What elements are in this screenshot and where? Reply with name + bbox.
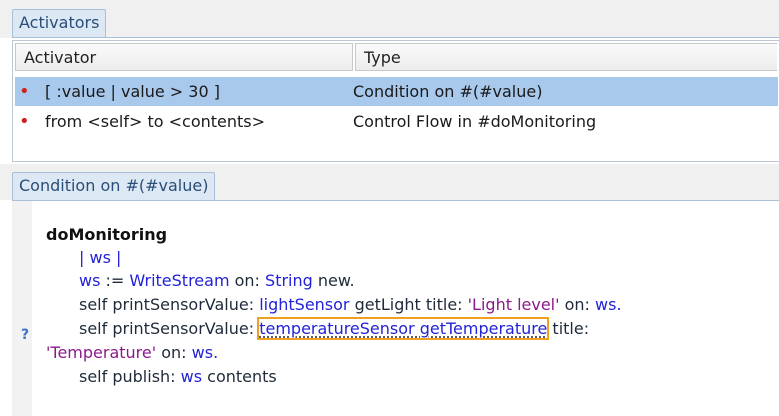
code-line: | ws |: [79, 247, 121, 269]
code-line: self printSensorValue: temperatureSensor…: [79, 317, 590, 340]
code-token: ws: [79, 271, 101, 290]
panel-divider: [12, 37, 779, 38]
code-token: lightSensor: [259, 295, 350, 314]
bullet-icon: •: [19, 111, 30, 132]
code-token: self printSensorValue:: [79, 319, 260, 338]
code-line: ws := WriteStream on: String new.: [79, 270, 355, 292]
code-token: 'Light level': [467, 295, 560, 314]
method-name-text: doMonitoring: [46, 225, 168, 244]
code-token: on:: [156, 343, 192, 362]
method-name: doMonitoring: [46, 224, 167, 246]
code-token: ws: [180, 367, 203, 386]
table-row[interactable]: • [ :value | value > 30 ] Condition on #…: [15, 77, 778, 106]
code-token: contents: [202, 367, 277, 386]
code-token: 'Temperature': [46, 343, 157, 362]
code-token: on:: [559, 295, 596, 314]
code-token: ws.: [191, 343, 219, 362]
highlighted-expression[interactable]: temperatureSensor getTemperature: [257, 317, 550, 340]
tab-condition[interactable]: Condition on #(#value): [12, 172, 216, 200]
code-token: :=: [100, 271, 130, 290]
table-row[interactable]: • from <self> to <contents> Control Flow…: [15, 107, 778, 136]
bullet-icon: •: [19, 81, 30, 102]
code-line: 'Temperature' on: ws.: [46, 342, 218, 364]
activators-table: Activator Type • [ :value | value > 30 ]…: [12, 40, 779, 162]
column-header-activator[interactable]: Activator: [15, 43, 353, 71]
code-token: getLight title:: [349, 295, 468, 314]
column-header-type[interactable]: Type: [355, 43, 777, 71]
code-token: on:: [229, 271, 266, 290]
activators-tab-strip: [0, 0, 779, 38]
activator-cell: from <self> to <contents>: [45, 112, 266, 131]
activator-cell: [ :value | value > 30 ]: [45, 82, 220, 101]
type-cell: Control Flow in #doMonitoring: [353, 112, 597, 131]
temp-declaration: | ws |: [79, 248, 122, 267]
code-token: self publish:: [79, 367, 181, 386]
editor-gutter: [12, 201, 32, 416]
question-mark-icon[interactable]: ?: [21, 327, 29, 343]
code-token: WriteStream: [129, 271, 230, 290]
code-token: new.: [312, 271, 355, 290]
code-token: ws.: [595, 295, 622, 314]
code-token: String: [265, 271, 313, 290]
code-token: title:: [547, 319, 590, 338]
code-line: self printSensorValue: lightSensor getLi…: [79, 294, 622, 316]
code-line: self publish: ws contents: [79, 366, 277, 388]
tab-activators[interactable]: Activators: [12, 9, 107, 37]
code-token: self printSensorValue:: [79, 295, 260, 314]
type-cell: Condition on #(#value): [353, 82, 543, 101]
